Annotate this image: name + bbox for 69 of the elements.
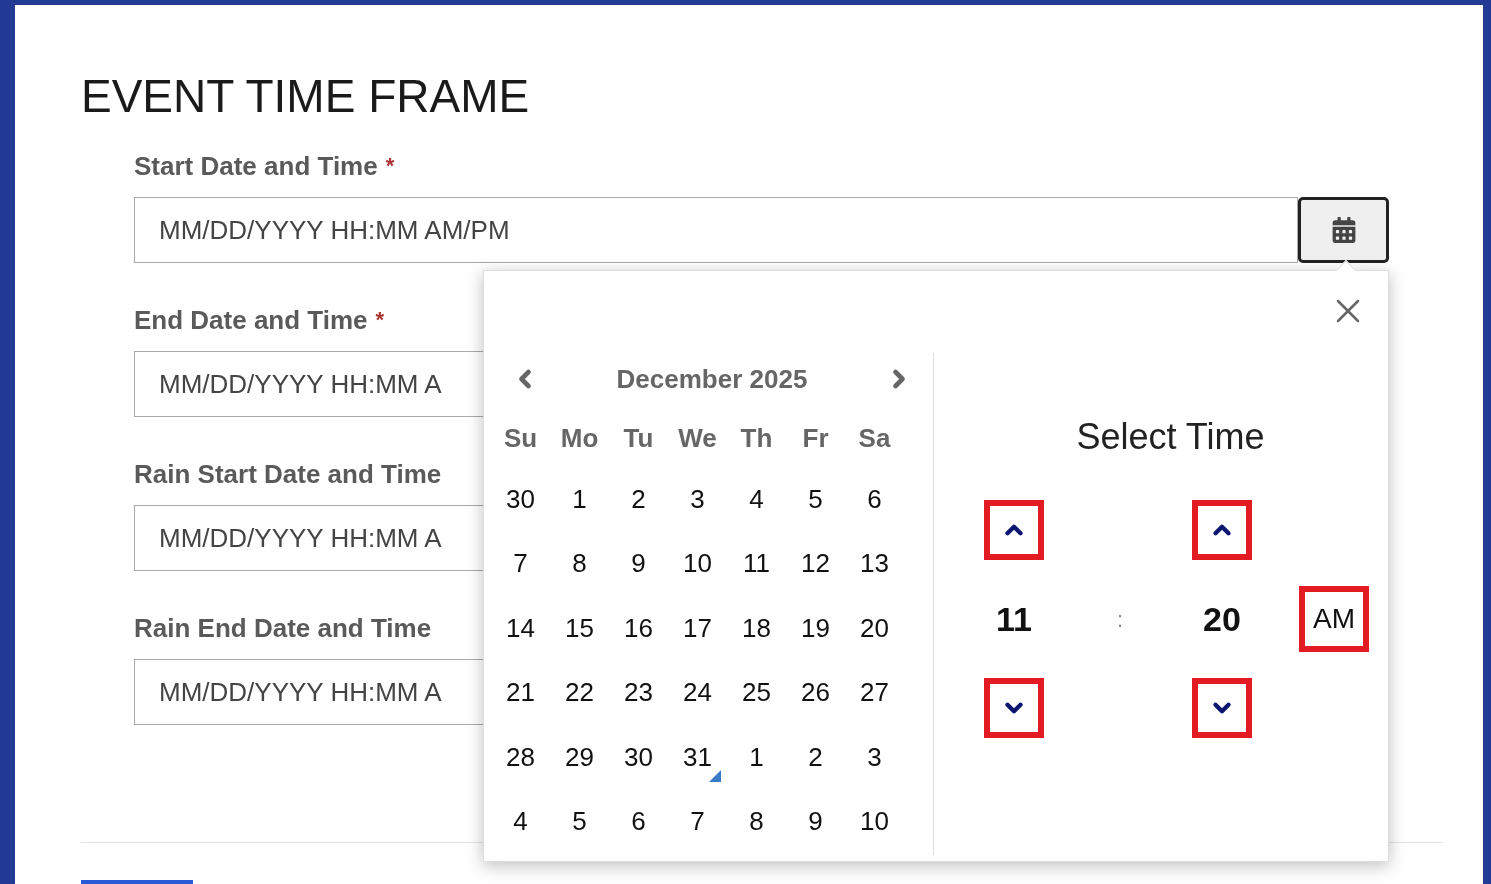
day-cell[interactable]: 1 [727,732,786,783]
weekday-header: We [677,421,718,455]
day-cell[interactable]: 22 [550,667,609,718]
day-cell[interactable]: 11 [727,538,786,589]
day-cell[interactable]: 13 [845,538,904,589]
day-cell[interactable]: 27 [845,667,904,718]
increment-button[interactable] [984,500,1044,560]
weekday-header: Tu [622,421,655,455]
day-cell[interactable]: 29 [550,732,609,783]
decrement-button[interactable] [984,678,1044,738]
day-cell[interactable]: 8 [727,796,786,847]
day-cell[interactable]: 7 [668,796,727,847]
day-cell[interactable]: 19 [786,603,845,654]
day-cell[interactable]: 30 [609,732,668,783]
field-label: Rain Start Date and Time [134,461,442,487]
day-cell[interactable]: 30 [491,474,550,525]
day-cell[interactable]: 4 [727,474,786,525]
day-cell[interactable]: 1 [550,474,609,525]
day-cell[interactable]: 12 [786,538,845,589]
day-cell[interactable]: 31 [668,732,727,783]
day-cell[interactable]: 6 [609,796,668,847]
time-separator: : [1116,605,1124,634]
day-cell[interactable]: 20 [845,603,904,654]
day-cell[interactable]: 3 [668,474,727,525]
day-cell[interactable]: 16 [609,603,668,654]
day-cell[interactable]: 10 [845,796,904,847]
increment-button[interactable] [1192,500,1252,560]
section-title: EVENT TIME FRAME [81,69,530,119]
day-cell[interactable]: 18 [727,603,786,654]
day-cell[interactable]: 2 [609,474,668,525]
day-cell[interactable]: 17 [668,603,727,654]
day-cell[interactable]: 15 [550,603,609,654]
field-label: End Date and Time [134,307,368,333]
day-cell[interactable]: 23 [609,667,668,718]
date-time-input[interactable]: MM/DD/YYYY HH:MM AM/PM [134,197,1298,263]
minute-value: 20 [1203,598,1241,640]
day-cell[interactable]: 25 [727,667,786,718]
calendar-icon [1330,217,1357,243]
am-pm-toggle[interactable]: AM [1299,586,1369,652]
day-cell[interactable]: 9 [786,796,845,847]
day-cell[interactable]: 6 [845,474,904,525]
required-mark: * [375,309,385,331]
field-label: Rain End Date and Time [134,615,432,641]
decrement-button[interactable] [1192,678,1252,738]
weekday-header: Su [502,421,539,455]
day-cell[interactable]: 21 [491,667,550,718]
day-cell[interactable]: 3 [845,732,904,783]
day-cell[interactable]: 14 [491,603,550,654]
time-title: Select Time [1075,419,1265,455]
hour-value: 11 [996,598,1032,640]
day-cell[interactable]: 9 [609,538,668,589]
day-cell[interactable]: 5 [550,796,609,847]
field-label: Start Date and Time [134,153,378,179]
day-cell[interactable]: 10 [668,538,727,589]
day-cell[interactable]: 5 [786,474,845,525]
weekday-header: Mo [559,421,600,455]
weekday-header: Th [739,421,774,455]
required-mark: * [385,155,395,177]
day-cell[interactable]: 8 [550,538,609,589]
month-title: December 2025 [615,362,809,396]
day-cell[interactable]: 24 [668,667,727,718]
day-cell[interactable]: 7 [491,538,550,589]
calendar-button[interactable] [1298,197,1389,263]
day-cell[interactable]: 28 [491,732,550,783]
weekday-header: Sa [857,421,892,455]
day-cell[interactable]: 26 [786,667,845,718]
day-cell[interactable]: 4 [491,796,550,847]
day-cell[interactable]: 2 [786,732,845,783]
weekday-header: Fr [801,421,830,455]
